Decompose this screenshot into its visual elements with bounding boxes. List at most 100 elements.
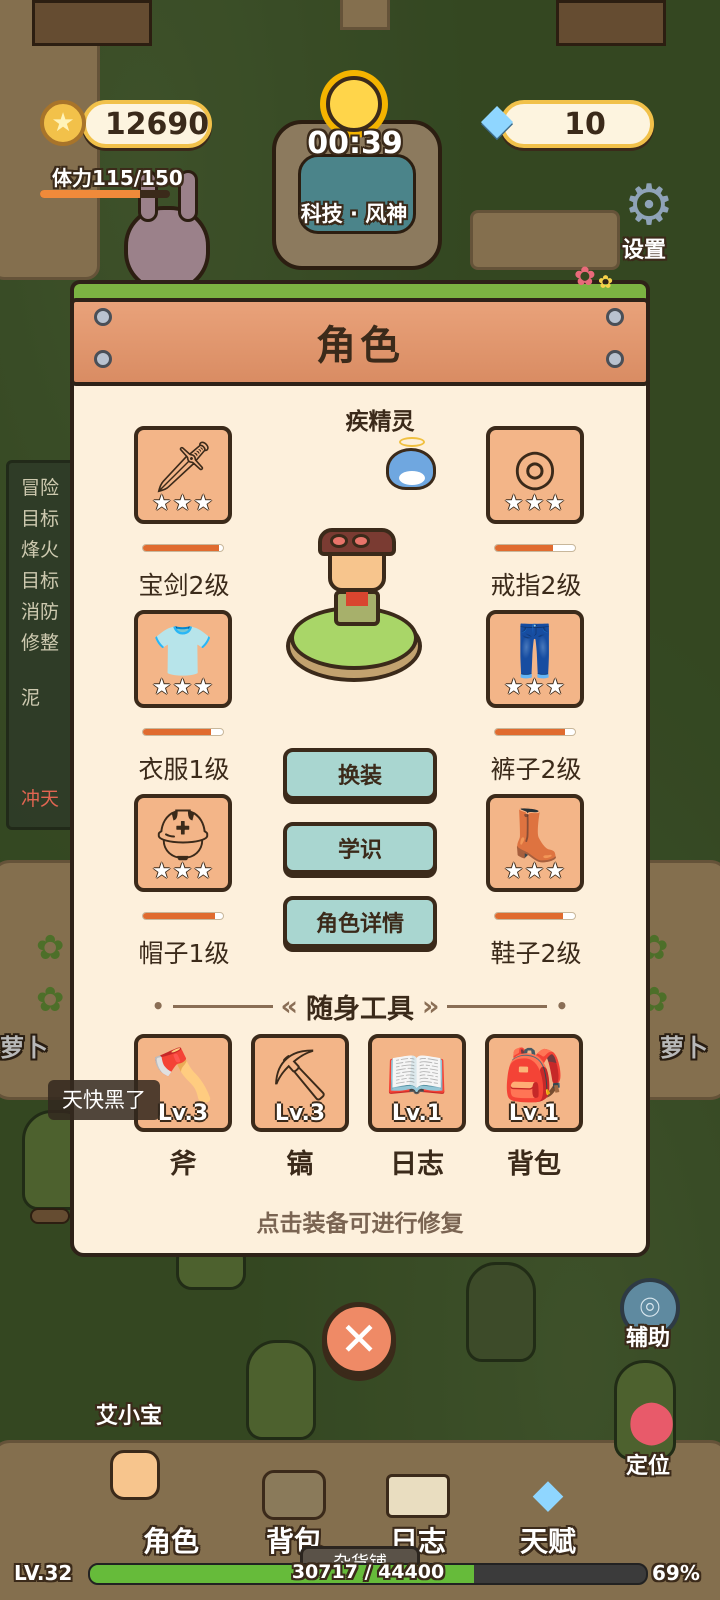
equipment-slot-ring[interactable]: ◎ ★★★ [486,426,584,524]
equipment-label: 帽子1级 [138,939,230,968]
nav-journal-icon[interactable] [386,1474,450,1518]
gear-icon: ⚙ [623,173,675,238]
item-stars: ★★★ [151,675,215,700]
quest-line: 烽火 [21,539,60,561]
assist-label: 辅助 [626,1326,671,1351]
equipment-slot-sword[interactable]: 🗡 ★★★ [134,426,232,524]
nav-talent-icon[interactable]: ◆ [518,1468,578,1520]
durability-fill [495,545,553,551]
tool-slot-backpack[interactable]: 🎒 Lv.1 [485,1034,583,1132]
xp-text: 30717 / 44400 [291,1561,445,1583]
durability-bar [494,544,576,552]
avatar-scarf [346,592,368,606]
gem-counter: 10 [500,100,654,148]
item-stars: ★★★ [503,859,567,884]
equipment-label: 裤子2级 [490,755,582,784]
xp-percent: 69% [652,1561,700,1585]
tools-section-title: 随身工具 [306,993,414,1025]
chevron-left-icon: « [280,990,298,1022]
nav-character-button[interactable] [102,1450,202,1514]
day-timer: 00:39 [307,126,403,161]
quest-item-label: 泥 [21,687,41,709]
stamina-label: 体力115/150 [52,166,183,190]
flower-icon: ✿ [598,272,614,293]
halo-icon [399,437,425,447]
quest-line: 目标 [21,570,60,592]
equipment-slot-hat[interactable]: ⛑ ★★★ [134,794,232,892]
panel-banner: 角色 [70,298,650,386]
nav-label: 天赋 [519,1525,576,1558]
quest-side-panel[interactable]: 冒险 目标 烽火 目标 消防 修整 泥 冲天 [6,460,76,830]
repair-hint: 点击装备可进行修复 [256,1211,464,1237]
equipment-label: 衣服1级 [138,755,230,784]
close-button[interactable]: ✕ [322,1302,396,1376]
character-avatar[interactable] [318,528,396,628]
tool-name: 背包 [507,1149,561,1180]
coin-counter: 12690 [82,100,212,148]
character-avatar-icon [110,1450,160,1500]
knowledge-button[interactable]: 学识 [283,822,437,874]
durability-fill [495,729,566,735]
durability-fill [143,545,219,551]
screw-icon [94,350,112,368]
settings-label: 设置 [622,238,667,263]
stamina-bar [40,190,170,198]
tool-name: 日志 [390,1149,444,1180]
quest-alert-label: 冲天 [21,788,60,810]
equipment-label: 戒指2级 [490,571,582,600]
screw-icon [606,308,624,326]
quest-line: 消防 [21,601,60,623]
tool-level: Lv.1 [508,1101,560,1126]
nav-backpack-icon[interactable] [262,1470,326,1520]
divider-line [447,1004,548,1008]
pet-name: 疾精灵 [345,409,415,435]
landmark-label: 科技 · 风神 [300,202,408,226]
durability-bar [494,728,576,736]
item-stars: ★★★ [503,675,567,700]
equipment-label: 鞋子2级 [490,939,582,968]
nav-label: 角色 [142,1525,199,1558]
tool-name: 斧 [169,1149,197,1180]
equipment-slot-shoes[interactable]: 👢 ★★★ [486,794,584,892]
coin-icon: ★ [40,100,86,146]
settings-button[interactable]: ⚙ [618,178,680,240]
character-details-button[interactable]: 角色详情 [283,896,437,948]
durability-fill [143,729,211,735]
pet-belly [399,471,425,485]
durability-fill [143,913,215,919]
equipment-slot-pants[interactable]: 👖 ★★★ [486,610,584,708]
tool-level: Lv.1 [391,1101,443,1126]
flower-icon: ✿ [574,262,596,292]
map-pin-icon: ⬤ [628,1396,676,1445]
durability-bar [494,912,576,920]
durability-bar [142,912,224,920]
locate-button[interactable]: ⬤ [628,1396,676,1446]
divider-line [172,1004,273,1008]
coin-amount: 12690 [104,106,210,142]
durability-fill [495,913,563,919]
tools-section-header: • « 随身工具 » • [150,988,570,1025]
durability-bar [142,544,224,552]
journal-icon: 📖 [385,1046,449,1104]
dot-icon: • [151,994,165,1018]
quest-line: 目标 [21,508,60,530]
tool-slot-journal[interactable]: 📖 Lv.1 [368,1034,466,1132]
npc-name: 艾小宝 [96,1404,163,1429]
tool-name: 镐 [286,1149,314,1180]
screw-icon [606,350,624,368]
goggles-icon [352,534,370,548]
goggles-icon [330,534,348,548]
avatar-cap [318,528,396,556]
stamina-fill [40,190,141,198]
quest-title: 冒险 [21,477,60,499]
tool-slot-pickaxe[interactable]: ⛏ Lv.3 [251,1034,349,1132]
pet-sprite[interactable] [386,437,436,490]
item-stars: ★★★ [151,491,215,516]
player-level: LV.32 [14,1561,73,1585]
pickaxe-icon: ⛏ [268,1046,332,1104]
change-outfit-button[interactable]: 换装 [283,748,437,800]
avatar-body [334,590,380,626]
screw-icon [94,308,112,326]
gem-amount: 10 [564,106,606,142]
equipment-slot-clothes[interactable]: 👕 ★★★ [134,610,232,708]
